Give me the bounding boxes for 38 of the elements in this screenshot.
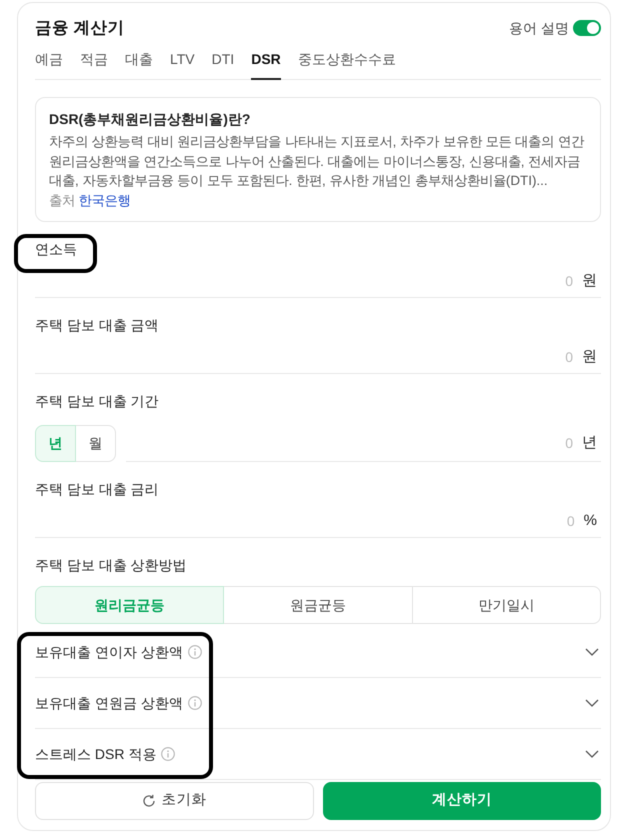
segment-button[interactable]: 만기일시	[412, 586, 601, 624]
number-input[interactable]: 0	[35, 510, 584, 532]
info-title: DSR(총부채원리금상환비율)란?	[49, 110, 252, 129]
collapsible-row[interactable]: 보유대출 연원금 상환액	[35, 678, 601, 729]
collapsible-row[interactable]: 스트레스 DSR 적용	[35, 729, 601, 780]
field-label: 주택 담보 대출 기간	[35, 392, 159, 411]
field-label: 연소득	[35, 240, 77, 259]
segment-button[interactable]: 원금균등	[223, 586, 413, 624]
info-icon	[188, 696, 202, 710]
unit-label: %	[584, 510, 598, 531]
unit-label: 원	[582, 346, 598, 367]
field-label: 주택 담보 대출 상환방법	[35, 556, 187, 575]
info-icon	[188, 645, 202, 659]
tab[interactable]: DTI	[212, 49, 234, 80]
source-label: 출처	[49, 192, 75, 208]
tab[interactable]: 중도상환수수료	[298, 49, 396, 80]
tab[interactable]: LTV	[170, 49, 195, 80]
toggle-label: 용어 설명	[509, 18, 569, 38]
toggle-switch[interactable]	[573, 20, 601, 36]
refresh-icon	[142, 794, 156, 808]
reset-button[interactable]: 초기화	[35, 782, 314, 820]
collapsible-row[interactable]: 보유대출 연이자 상환액	[35, 627, 601, 678]
unit-label: 원	[582, 270, 598, 291]
field-label: 주택 담보 대출 금액	[35, 316, 159, 335]
number-input[interactable]: 0	[35, 270, 582, 292]
source-link[interactable]: 한국은행	[78, 192, 131, 208]
field-label: 주택 담보 대출 금리	[35, 480, 159, 499]
number-input[interactable]: 0	[126, 432, 582, 454]
number-input[interactable]: 0	[35, 346, 582, 368]
page-title: 금융 계산기	[35, 18, 125, 39]
tab[interactable]: 적금	[80, 49, 108, 80]
tab[interactable]: 예금	[35, 49, 63, 80]
segment-button[interactable]: 월	[75, 425, 116, 462]
tab[interactable]: 대출	[125, 49, 153, 80]
unit-label: 년	[582, 432, 598, 453]
info-text: 차주의 상환능력 대비 원리금상환부담을 나타내는 지표로서, 차주가 보유한 모든 대출의 연간 원리금상환액을 연간소득으로 나누어 산출된다. 대출에는 마이너스통장, 신용대출, 전세자금대출, 자동차할부금융 등이 모두 포함된다. 한편, 유사한 개념인 총부채상환비율(DTI)...	[49, 133, 586, 190]
tab[interactable]: DSR	[251, 49, 281, 80]
info-icon	[161, 747, 176, 761]
